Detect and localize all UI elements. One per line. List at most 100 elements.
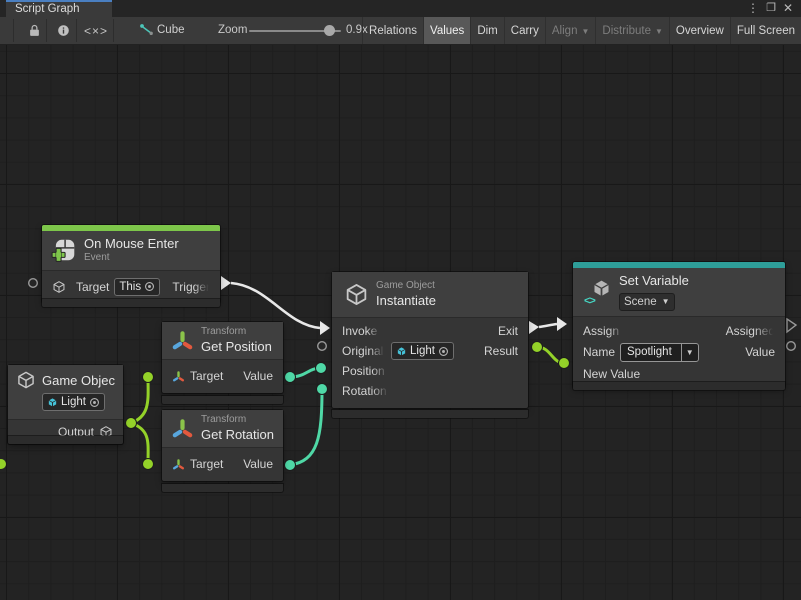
node-title: Set Variable [619, 273, 689, 289]
port-setvariable-value[interactable] [787, 342, 796, 351]
carry-button[interactable]: Carry [504, 17, 545, 44]
port-trigger-output[interactable] [221, 276, 231, 290]
port-exit-output[interactable] [529, 321, 539, 334]
zoom-label: Zoom [218, 24, 247, 36]
node-header: On Mouse Enter Event [42, 231, 220, 271]
variable-scope-dropdown[interactable]: Scene ▼ [619, 293, 675, 311]
window-close-icon[interactable]: ✕ [780, 1, 796, 15]
graph-asset-icon [138, 17, 154, 44]
rotation-label: Rotation [342, 384, 390, 398]
node-game-object-literal[interactable]: Game Object Light Output [8, 365, 123, 444]
port-row: Invoke Exit [332, 321, 528, 341]
toolbar-buttons: Relations Values Dim Carry Align▼ Distri… [362, 17, 801, 44]
node-title: Instantiate [376, 293, 436, 309]
port-instantiate-original[interactable] [318, 342, 327, 351]
port-instantiate-rotation[interactable] [317, 384, 328, 395]
window-maximize-icon[interactable]: ❐ [763, 1, 779, 14]
chevron-down-icon: ▼ [662, 297, 670, 307]
toolbar-separator [46, 19, 47, 42]
tab-title: Script Graph [15, 3, 80, 15]
node-footer [162, 484, 283, 492]
this-object-chip[interactable]: This [114, 278, 160, 296]
node-get-rotation[interactable]: Transform Get Rotation Target Value [162, 410, 283, 481]
node-category: Transform [201, 414, 274, 427]
cube-icon [344, 282, 369, 307]
toolbar-separator [113, 19, 114, 42]
transform-icon [171, 417, 194, 440]
port-offscreen[interactable] [0, 459, 6, 469]
assign-label: Assign [583, 324, 625, 338]
port-getposition-value[interactable] [285, 372, 296, 383]
port-gameobject-output[interactable] [126, 418, 137, 429]
port-onmouseenter-target[interactable] [29, 279, 38, 288]
lock-icon [27, 23, 42, 38]
port-row: Target Value [162, 360, 283, 393]
node-set-variable[interactable]: <> Set Variable Scene ▼ Assign Assigned [573, 262, 785, 388]
node-footer [162, 396, 283, 404]
info-button[interactable] [51, 17, 75, 44]
port-assign-input[interactable] [557, 317, 567, 331]
light-object-chip[interactable]: Light [391, 342, 454, 360]
unity-object-icon [47, 397, 58, 408]
port-getrotation-value[interactable] [285, 460, 296, 471]
node-header: Game Object Instantiate [332, 272, 528, 318]
window-menu-icon[interactable]: ⋮ [745, 1, 761, 15]
node-header: Transform Get Position [162, 322, 283, 360]
script-graph-window: Script Graph ⋮ ❐ ✕ <×> Cube Zoom 0.9x Re… [0, 0, 801, 600]
transform-icon [171, 329, 194, 352]
node-header: Transform Get Rotation [162, 410, 283, 448]
code-view-button[interactable]: <×> [80, 17, 112, 44]
transform-icon [172, 458, 185, 471]
value-label: Value [243, 369, 273, 383]
toolbar-separator [13, 19, 14, 42]
cube-icon [52, 280, 66, 294]
full-screen-button[interactable]: Full Screen [730, 17, 801, 44]
node-title: On Mouse Enter [84, 236, 179, 252]
port-getposition-target[interactable] [143, 372, 154, 383]
new-value-label: New Value [583, 367, 640, 381]
graph-canvas[interactable]: On Mouse Enter Event Target This Trigger [0, 45, 801, 600]
node-instantiate[interactable]: Game Object Instantiate Invoke Exit Orig… [332, 272, 528, 408]
align-button[interactable]: Align▼ [545, 17, 596, 44]
value-label: Value [243, 457, 273, 471]
result-label: Result [484, 344, 518, 358]
port-setvariable-newvalue[interactable] [559, 358, 570, 369]
node-category: Transform [201, 326, 272, 339]
node-header: Game Object Light [8, 365, 123, 420]
graph-toolbar: <×> Cube Zoom 0.9x Relations Values Dim … [0, 17, 801, 45]
name-label: Name [583, 345, 615, 359]
node-header: <> Set Variable Scene ▼ [573, 268, 785, 317]
port-setvariable-assigned[interactable] [787, 319, 796, 332]
values-button[interactable]: Values [423, 17, 470, 44]
object-picker-icon [89, 397, 100, 408]
port-row: Name Spotlight ▼ Value [573, 341, 785, 363]
node-on-mouse-enter[interactable]: On Mouse Enter Event Target This Trigger [42, 225, 220, 303]
node-get-position[interactable]: Transform Get Position Target Value [162, 322, 283, 393]
unity-variable-icon: <> [584, 278, 612, 306]
tab-script-graph[interactable]: Script Graph [6, 0, 112, 17]
overview-button[interactable]: Overview [669, 17, 730, 44]
light-object-chip[interactable]: Light [42, 393, 105, 411]
port-instantiate-result[interactable] [532, 342, 543, 353]
exit-label: Exit [498, 324, 518, 338]
port-row: Position [332, 361, 528, 381]
dim-button[interactable]: Dim [470, 17, 503, 44]
toolbar-separator [76, 19, 77, 42]
port-row: Target Value [162, 448, 283, 481]
variable-name-dropdown[interactable]: Spotlight ▼ [620, 343, 699, 362]
port-invoke-input[interactable] [320, 321, 330, 335]
relations-button[interactable]: Relations [362, 17, 423, 44]
port-instantiate-position[interactable] [316, 363, 327, 374]
assigned-label: Assigned [721, 324, 775, 338]
node-title: Get Rotation [201, 427, 274, 443]
chevron-down-icon: ▼ [681, 344, 698, 361]
zoom-slider-handle[interactable] [324, 25, 335, 36]
target-label: Target [190, 457, 223, 471]
node-title: Get Position [201, 339, 272, 355]
position-label: Position [342, 364, 390, 378]
port-getrotation-target[interactable] [143, 459, 154, 470]
distribute-button[interactable]: Distribute▼ [595, 17, 669, 44]
port-row: Target This Trigger [42, 271, 220, 303]
unity-object-icon [396, 346, 407, 357]
lock-button[interactable] [22, 17, 46, 44]
